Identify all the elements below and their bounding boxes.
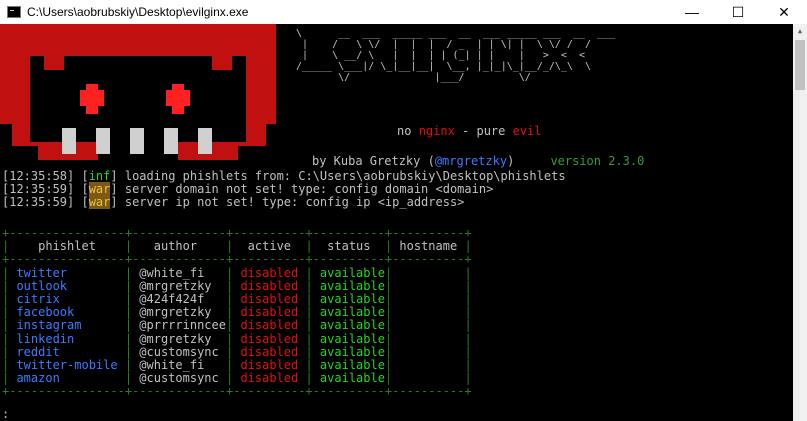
cell-author: @mrgretzky [132,331,226,346]
maximize-button[interactable]: ☐ [715,0,761,24]
log-tag: war [88,182,111,196]
cell-active: disabled [233,358,306,373]
cell-hostname [392,358,464,372]
scrollbar-thumb[interactable] [795,40,805,90]
cell-active: disabled [233,265,306,280]
column-header: active [233,239,306,254]
cell-phishlet: linkedin [9,331,125,346]
command-prompt[interactable]: : [2,407,9,421]
minimize-button[interactable]: — [669,0,715,24]
column-header: status [312,239,385,254]
cell-phishlet: reddit [9,344,125,359]
title-bar: C:\Users\aobrubskiy\Desktop\evilginx.exe… [0,0,807,24]
cell-author: @mrgretzky [132,278,226,293]
cell-status: available [312,292,385,307]
cell-author: @mrgretzky [132,305,226,320]
cell-hostname [392,318,464,332]
cell-hostname [392,292,464,306]
column-header: hostname [392,239,465,254]
cell-phishlet: facebook [9,305,125,320]
cell-hostname [392,279,464,293]
column-header: author [132,239,226,254]
console-output[interactable]: \ __ ___ _____ ___ __ ___ _____ ___ __ _… [0,24,793,421]
cell-hostname [392,371,464,385]
cell-status: available [312,265,385,280]
cell-active: disabled [233,344,306,359]
cell-phishlet: amazon [9,371,125,386]
cell-phishlet: instagram [9,318,125,333]
scroll-up-arrow-icon[interactable]: ▲ [793,24,807,38]
cell-active: disabled [233,331,306,346]
cell-active: disabled [233,292,306,307]
cell-active: disabled [233,371,306,386]
cell-phishlet: citrix [9,292,125,307]
vertical-scrollbar[interactable]: ▲ [793,24,807,421]
column-header: phishlet [9,239,125,254]
cell-hostname [392,345,464,359]
close-button[interactable]: ✕ [761,0,807,24]
log-time: [12:35:59] [ [2,182,89,196]
cell-hostname [392,332,464,346]
window-title: C:\Users\aobrubskiy\Desktop\evilginx.exe [27,5,249,19]
log-tag: inf [88,169,111,183]
log-text: loading phishlets from: C:\Users\aobrubs… [117,169,566,183]
cell-author: @customsync [132,371,226,386]
cell-author: @customsync [132,344,226,359]
log-tag: war [88,195,111,209]
cell-author: @white_fi [132,265,226,280]
cell-phishlet: outlook [9,278,125,293]
cell-status: available [312,344,385,359]
phishlets-table: +----------------+-------------+--------… [2,226,472,399]
cell-status: available [312,371,385,386]
cell-phishlet: twitter-mobile [9,358,125,373]
cell-status: available [312,278,385,293]
cell-status: available [312,318,385,333]
cell-hostname [392,266,464,280]
cell-author: @white_fi [132,358,226,373]
log-line: [12:35:59] [war] server ip not set! type… [2,195,465,209]
version-label: version 2.3.0 [550,154,645,168]
cell-active: disabled [233,305,306,320]
author-byline: by Kuba Gretzky (@mrgretzky) version 2.3… [312,154,645,168]
log-text: server ip not set! type: config ip <ip_a… [117,195,465,209]
cell-status: available [312,358,385,373]
tagline: no nginx - pure evil [397,124,542,138]
log-output: [12:35:58] [inf] loading phishlets from:… [2,170,566,209]
cell-active: disabled [233,278,306,293]
cell-phishlet: twitter [9,265,125,280]
console-app-icon [7,6,21,18]
log-time: [12:35:59] [ [2,195,89,209]
cell-status: available [312,305,385,320]
evilginx-ascii-logo: \ __ ___ _____ ___ __ ___ _____ ___ __ _… [296,28,616,83]
cell-hostname [392,305,464,319]
log-text: server domain not set! type: config doma… [117,182,494,196]
log-time: [12:35:58] [ [2,169,89,183]
cell-author: @prrrrinncee [132,318,226,333]
cell-active: disabled [233,318,306,333]
cell-status: available [312,331,385,346]
cell-author: @424f424f [132,292,226,307]
table-border: +----------------+-------------+--------… [2,384,472,399]
demon-face-icon [0,24,276,160]
